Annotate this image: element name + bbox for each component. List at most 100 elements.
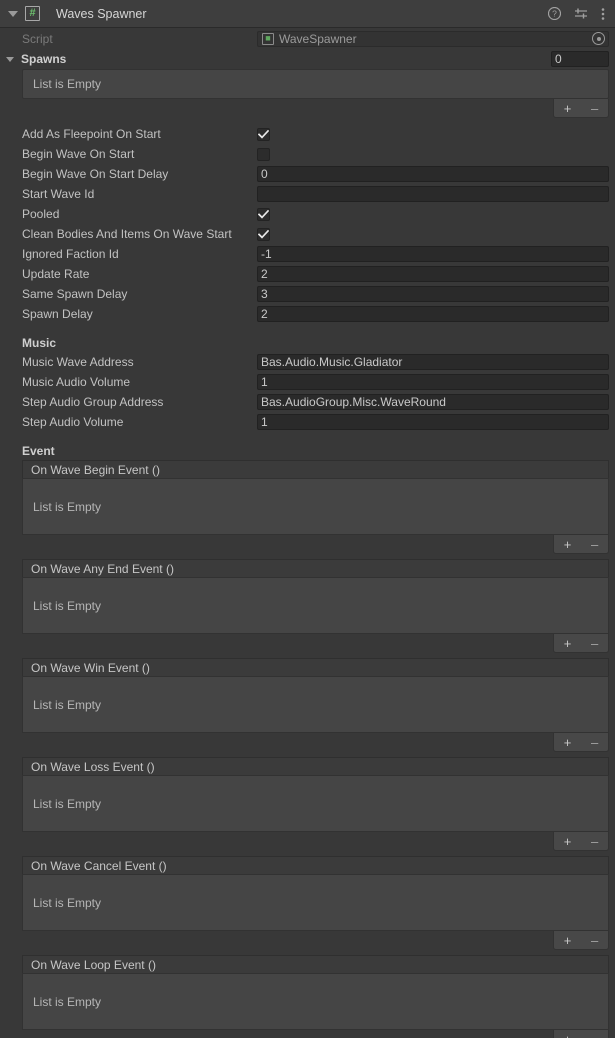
music-property-label: Music Audio Volume <box>22 375 131 389</box>
event-remove-button[interactable]: – <box>591 736 598 749</box>
event-block: On Wave Any End Event () List is Empty + – <box>22 559 609 653</box>
property-text-field[interactable]: 3 <box>257 286 609 302</box>
component-header[interactable]: # Waves Spawner ? <box>0 0 615 28</box>
script-object-field[interactable]: ■ WaveSpawner <box>257 30 609 47</box>
event-add-button[interactable]: + <box>564 637 572 650</box>
event-remove-button[interactable]: – <box>591 835 598 848</box>
event-block: On Wave Begin Event () List is Empty + – <box>22 460 609 554</box>
event-list-toolbar: +– <box>22 733 609 752</box>
event-title[interactable]: On Wave Cancel Event () <box>22 856 609 874</box>
event-remove-button[interactable]: – <box>591 538 598 551</box>
property-label: Start Wave Id <box>22 187 95 201</box>
property-checkbox[interactable] <box>257 207 270 221</box>
spawns-list-buttons: + – <box>553 99 609 118</box>
spawns-count-value: 0 <box>555 52 562 66</box>
property-label: Begin Wave On Start Delay <box>22 167 169 181</box>
event-add-button[interactable]: + <box>564 835 572 848</box>
property-text-field[interactable]: 2 <box>257 306 609 322</box>
music-property-label: Music Wave Address <box>22 355 134 369</box>
event-remove-button[interactable]: – <box>591 1033 598 1038</box>
event-listbox[interactable]: List is Empty <box>22 874 609 931</box>
music-property-row: Music Audio Volume 1 <box>0 372 615 392</box>
event-title[interactable]: On Wave Any End Event () <box>22 559 609 577</box>
event-list-buttons: +– <box>553 931 609 950</box>
property-row: Add As Fleepoint On Start <box>0 124 615 144</box>
event-listbox[interactable]: List is Empty <box>22 577 609 634</box>
spawns-listbox[interactable]: List is Empty <box>22 69 609 99</box>
property-value: 0 <box>261 167 268 181</box>
event-list-buttons: +– <box>553 1030 609 1038</box>
property-row: Pooled <box>0 204 615 224</box>
property-label: Spawn Delay <box>22 307 93 321</box>
event-add-button[interactable]: + <box>564 538 572 551</box>
property-text-field[interactable]: 0 <box>257 166 609 182</box>
spawns-empty-label: List is Empty <box>33 77 102 91</box>
event-list-toolbar: +– <box>22 931 609 950</box>
help-icon[interactable]: ? <box>548 7 561 20</box>
preset-sliders-icon[interactable] <box>574 7 588 20</box>
event-list-buttons: +– <box>553 832 609 851</box>
script-asset-icon: ■ <box>262 32 274 45</box>
property-label: Ignored Faction Id <box>22 247 119 261</box>
property-text-field[interactable] <box>257 186 609 202</box>
event-title[interactable]: On Wave Loop Event () <box>22 955 609 973</box>
triangle-down-icon[interactable] <box>6 56 14 62</box>
event-add-button[interactable]: + <box>564 1033 572 1038</box>
event-title[interactable]: On Wave Win Event () <box>22 658 609 676</box>
music-property-field[interactable]: Bas.AudioGroup.Misc.WaveRound <box>257 394 609 410</box>
event-empty-label: List is Empty <box>33 598 102 613</box>
property-value: 2 <box>261 307 268 321</box>
property-value: 2 <box>261 267 268 281</box>
property-value: 3 <box>261 287 268 301</box>
property-label: Pooled <box>22 207 60 221</box>
spawns-add-button[interactable]: + <box>564 102 572 115</box>
triangle-down-icon[interactable] <box>8 10 18 17</box>
event-list-toolbar: +– <box>22 832 609 851</box>
script-object-value: WaveSpawner <box>279 31 357 46</box>
event-listbox[interactable]: List is Empty <box>22 478 609 535</box>
property-row: Start Wave Id <box>0 184 615 204</box>
spawns-remove-button[interactable]: – <box>591 102 598 115</box>
event-listbox[interactable]: List is Empty <box>22 973 609 1030</box>
property-row: Spawn Delay 2 <box>0 304 615 324</box>
property-text-field[interactable]: 2 <box>257 266 609 282</box>
event-block: On Wave Win Event () List is Empty + – <box>22 658 609 752</box>
property-label: Same Spawn Delay <box>22 287 128 301</box>
event-add-button[interactable]: + <box>564 736 572 749</box>
property-checkbox[interactable] <box>257 227 270 241</box>
music-property-field[interactable]: 1 <box>257 374 609 390</box>
property-label: Clean Bodies And Items On Wave Start <box>22 227 232 241</box>
property-text-field[interactable]: -1 <box>257 246 609 262</box>
event-empty-label: List is Empty <box>33 796 102 811</box>
event-listbox[interactable]: List is Empty <box>22 676 609 733</box>
kebab-menu-icon[interactable] <box>601 7 605 21</box>
object-picker-icon[interactable] <box>592 32 605 45</box>
component-title: Waves Spawner <box>56 6 147 21</box>
property-list: Add As Fleepoint On Start Begin Wave On S… <box>0 124 615 324</box>
inspector-body: Script ■ WaveSpawner Spawns 0 List is Em… <box>0 28 615 1038</box>
property-row: Update Rate 2 <box>0 264 615 284</box>
svg-text:?: ? <box>552 9 557 19</box>
event-title[interactable]: On Wave Loss Event () <box>22 757 609 775</box>
event-section-header: Event <box>22 444 55 458</box>
event-listbox[interactable]: List is Empty <box>22 775 609 832</box>
music-property-field[interactable]: 1 <box>257 414 609 430</box>
event-remove-button[interactable]: – <box>591 934 598 947</box>
property-value: -1 <box>261 247 272 261</box>
property-checkbox[interactable] <box>257 127 270 141</box>
event-remove-button[interactable]: – <box>591 637 598 650</box>
event-block: On Wave Loss Event () List is Empty + – <box>22 757 609 851</box>
property-checkbox[interactable] <box>257 147 270 161</box>
music-property-field[interactable]: Bas.Audio.Music.Gladiator <box>257 354 609 370</box>
event-empty-label: List is Empty <box>33 895 102 910</box>
script-row: Script ■ WaveSpawner <box>0 28 615 49</box>
spawns-foldout-row[interactable]: Spawns 0 <box>0 49 615 69</box>
music-section-header: Music <box>22 336 57 350</box>
music-property-list: Music Wave Address Bas.Audio.Music.Gladia… <box>0 352 615 432</box>
spawns-count-field[interactable]: 0 <box>551 51 609 67</box>
music-property-label: Step Audio Volume <box>22 415 124 429</box>
spawns-list-toolbar: + – <box>22 99 609 118</box>
event-empty-label: List is Empty <box>33 499 102 514</box>
event-add-button[interactable]: + <box>564 934 572 947</box>
event-title[interactable]: On Wave Begin Event () <box>22 460 609 478</box>
